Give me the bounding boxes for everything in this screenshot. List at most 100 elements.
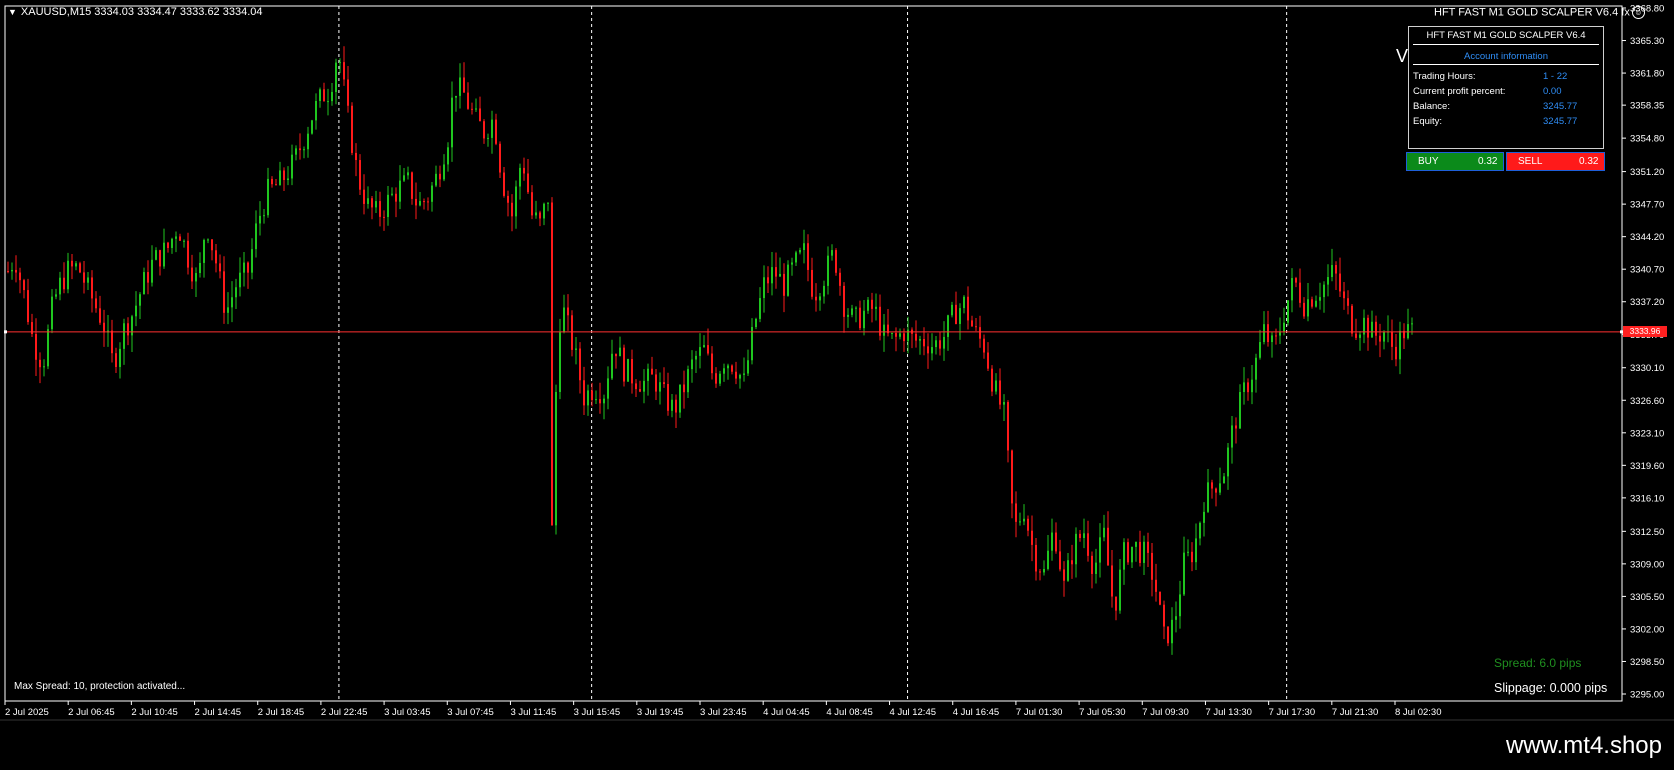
smiley-icon[interactable]: ☺ <box>1631 6 1645 19</box>
candle-body <box>407 172 409 176</box>
candle-body <box>403 175 405 181</box>
candle-body <box>1395 346 1397 360</box>
candle-body <box>1263 324 1265 343</box>
candle-body <box>539 212 541 219</box>
candle-body <box>803 243 805 251</box>
candle-body <box>835 250 837 273</box>
y-tick-label: 3340.70 <box>1630 265 1664 276</box>
candle-body <box>351 105 353 153</box>
candle-body <box>1083 533 1085 539</box>
candle-body <box>1231 425 1233 448</box>
candle-body <box>495 119 497 144</box>
candle-body <box>735 371 737 379</box>
candle-body <box>411 172 413 199</box>
candle-body <box>1223 476 1225 484</box>
candle-body <box>455 95 457 98</box>
candle-body <box>303 149 305 151</box>
candle-body <box>1183 552 1185 595</box>
candle-body <box>223 271 225 313</box>
candle-body <box>499 143 501 173</box>
ea-title: HFT FAST M1 GOLD SCALPER V6.4 fx <box>1434 6 1630 19</box>
candle-body <box>1151 552 1153 580</box>
candle-body <box>1171 619 1173 644</box>
candle-body <box>1215 488 1217 493</box>
candle-body <box>839 272 841 286</box>
slippage-readout: Slippage: 0.000 pips <box>1494 681 1608 695</box>
bottom-bar <box>0 720 1674 770</box>
candle-body <box>1059 551 1061 570</box>
candle-body <box>795 252 797 263</box>
candle-body <box>959 308 961 325</box>
candle-body <box>827 255 829 286</box>
candle-body <box>587 390 589 406</box>
candle-body <box>127 323 129 336</box>
candle-body <box>1191 551 1193 563</box>
candle-body <box>715 373 717 384</box>
candle-body <box>1295 278 1297 283</box>
candle-body <box>227 307 229 313</box>
candle-body <box>1343 291 1345 299</box>
candle-body <box>843 285 845 317</box>
candle-body <box>175 236 177 239</box>
candle-body <box>615 353 617 357</box>
candle-body <box>35 333 37 360</box>
candle-body <box>135 305 137 317</box>
candle-body <box>311 120 313 134</box>
candle-body <box>463 77 465 93</box>
candle-body <box>875 306 877 309</box>
candle-body <box>1327 277 1329 285</box>
candle-body <box>995 380 997 392</box>
candle-body <box>955 304 957 325</box>
candle-body <box>119 348 121 367</box>
buy-button[interactable]: BUY 0.32 <box>1406 152 1504 171</box>
candle-body <box>535 212 537 216</box>
x-tick-label: 4 Jul 12:45 <box>890 707 936 718</box>
x-tick-label: 3 Jul 11:45 <box>510 707 556 718</box>
candle-body <box>1187 551 1189 553</box>
candle-body <box>811 269 813 297</box>
y-tick-label: 3295.00 <box>1630 690 1664 701</box>
candle-body <box>799 250 801 253</box>
candle-body <box>319 89 321 101</box>
y-tick-label: 3323.10 <box>1630 428 1664 439</box>
candle-body <box>91 277 93 299</box>
candle-body <box>487 137 489 139</box>
candle-body <box>15 269 17 273</box>
candle-body <box>243 262 245 273</box>
candle-body <box>171 238 173 248</box>
sell-button[interactable]: SELL 0.32 <box>1506 152 1605 171</box>
candle-body <box>983 338 985 353</box>
candle-body <box>859 307 861 329</box>
ea-title-bar: HFT FAST M1 GOLD SCALPER V6.4 fx ☺ <box>1434 6 1645 19</box>
candle-body <box>207 239 209 241</box>
y-tick-label: 3365.30 <box>1630 36 1664 47</box>
triangle-down-icon[interactable]: ▼ <box>8 7 17 17</box>
candle-body <box>1023 518 1025 522</box>
candle-body <box>167 242 169 248</box>
candle-body <box>1271 335 1273 343</box>
candle-body <box>475 108 477 110</box>
candle-body <box>823 285 825 297</box>
candle-body <box>667 384 669 411</box>
candle-body <box>1063 569 1065 581</box>
candle-body <box>1119 569 1121 611</box>
candle-body <box>1207 482 1209 512</box>
candle-body <box>459 77 461 96</box>
candle-body <box>471 108 473 110</box>
candle-body <box>759 298 761 319</box>
candle-body <box>255 223 257 250</box>
candle-body <box>1319 297 1321 301</box>
panel-divider <box>1413 64 1599 65</box>
price-line-marker <box>4 330 7 334</box>
candle-body <box>399 180 401 202</box>
candle-body <box>23 280 25 291</box>
candle-body <box>1095 562 1097 574</box>
chart-window[interactable]: 3368.80 3365.30 3361.80 3358.35 3354.80 3351.… <box>0 0 1674 770</box>
candle-body <box>1299 282 1301 303</box>
candle-body <box>131 316 133 336</box>
candle-body <box>143 272 145 295</box>
candle-body <box>763 277 765 299</box>
candle-body <box>447 147 449 165</box>
x-tick-label: 3 Jul 07:45 <box>447 707 493 718</box>
candle-body <box>1091 555 1093 574</box>
